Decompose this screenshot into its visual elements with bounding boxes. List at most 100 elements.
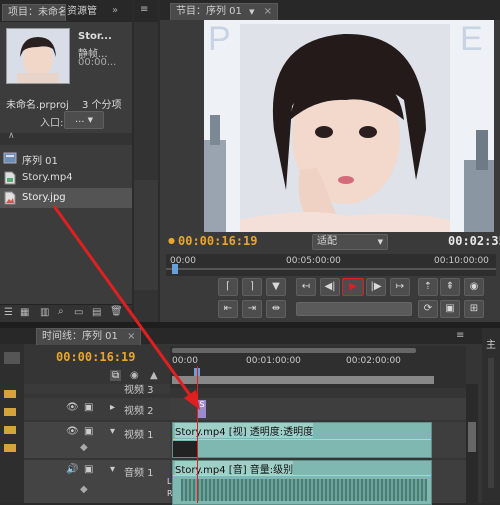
tab-program[interactable]: 节目：序列 01 ▼ × bbox=[170, 3, 279, 20]
clip-marker[interactable]: S bbox=[198, 400, 206, 418]
ruler-label: 00:00 bbox=[172, 356, 198, 366]
tab-program-label: 节目：序列 01 bbox=[176, 6, 242, 17]
tab-resource[interactable]: 资源管 bbox=[62, 4, 110, 20]
add-marker-button[interactable]: ▼ bbox=[266, 278, 286, 296]
eye-icon[interactable]: 👁 bbox=[66, 426, 79, 437]
automate-icon[interactable]: ▥ bbox=[40, 307, 49, 318]
track-header-video1[interactable]: 👁 ▣ ▾ 视频 1 ◆ bbox=[24, 422, 170, 458]
video-clip[interactable]: Story.mp4 [视] 透明度:透明度 bbox=[172, 422, 432, 458]
tab-timeline[interactable]: 时间线：序列 01 × bbox=[36, 328, 142, 345]
sort-up-icon[interactable]: ∧ bbox=[8, 131, 15, 141]
track-header-video3[interactable]: 视频 3 bbox=[24, 384, 170, 396]
program-video-frame: P E bbox=[204, 20, 494, 232]
eye-icon[interactable]: 👁 bbox=[66, 402, 79, 413]
panel-label: 主 bbox=[486, 340, 496, 351]
track-name: 音频 1 bbox=[124, 468, 154, 479]
lift-button[interactable]: ⇡ bbox=[418, 278, 438, 296]
add-marker-icon[interactable]: ▲ bbox=[150, 370, 158, 381]
go-to-prev-edit-button[interactable]: ⇤ bbox=[218, 300, 238, 318]
loop-button[interactable]: ⟳ bbox=[418, 300, 438, 318]
expand-icon[interactable]: ▾ bbox=[110, 426, 115, 437]
lock-icon[interactable]: ▣ bbox=[84, 426, 93, 437]
panel-overflow-icon[interactable]: » bbox=[112, 5, 118, 16]
tab-project[interactable]: 项目：未命名 bbox=[2, 4, 66, 21]
lock-icon[interactable]: ▣ bbox=[84, 464, 93, 475]
mark-in-button[interactable]: ⌈ bbox=[218, 278, 238, 296]
go-to-next-edit-button[interactable]: ⇥ bbox=[242, 300, 262, 318]
list-item-selected[interactable]: Story.jpg bbox=[0, 188, 132, 208]
scrollbar-thumb[interactable] bbox=[468, 422, 476, 452]
program-current-time[interactable]: 00:00:16:19 bbox=[178, 234, 257, 248]
folder-icon[interactable] bbox=[4, 408, 16, 416]
fit-dropdown-value: 适配 bbox=[317, 236, 337, 247]
clip-label: Story.mp4 [视] 透明度:透明度 bbox=[175, 423, 314, 438]
new-item-icon[interactable]: ▤ bbox=[92, 307, 101, 318]
list-item[interactable]: 序列 01 bbox=[0, 148, 132, 168]
timeline-current-time[interactable]: 00:00:16:19 bbox=[56, 350, 135, 364]
audio-clip[interactable]: Story.mp4 [音] 音量:级别 L R bbox=[167, 460, 432, 505]
fit-dropdown[interactable]: 适配 ▼ bbox=[312, 234, 388, 250]
tool-selection[interactable] bbox=[4, 352, 20, 364]
safe-margins-button[interactable]: ▣ bbox=[440, 300, 460, 318]
expand-icon[interactable]: ▾ bbox=[110, 464, 115, 475]
step-back-button[interactable]: ◀| bbox=[320, 278, 340, 296]
track-video1[interactable]: Story.mp4 [视] 透明度:透明度 bbox=[170, 422, 466, 458]
watermark-letter-right: E bbox=[460, 20, 483, 58]
new-bin-icon[interactable]: ▭ bbox=[74, 307, 83, 318]
track-header-audio1[interactable]: 🔊 ▣ ▾ 音频 1 ◆ bbox=[24, 460, 170, 503]
folder-icon[interactable] bbox=[4, 390, 16, 398]
delete-icon[interactable]: 🗑 bbox=[110, 306, 123, 317]
work-area-bar[interactable] bbox=[172, 376, 434, 384]
panel-menu-icon[interactable]: ≡ bbox=[456, 330, 464, 341]
jog-shuttle[interactable] bbox=[296, 302, 412, 316]
step-forward-button[interactable]: |▶ bbox=[366, 278, 386, 296]
channel-left-label: L bbox=[167, 477, 172, 486]
opacity-line[interactable] bbox=[173, 439, 431, 440]
chevron-down-icon: ▼ bbox=[249, 8, 255, 16]
volume-line[interactable] bbox=[173, 475, 431, 476]
go-to-out-button[interactable]: ↦ bbox=[390, 278, 410, 296]
close-icon[interactable]: × bbox=[264, 6, 272, 17]
timeline-scrollbar[interactable] bbox=[466, 384, 478, 503]
playhead-icon[interactable] bbox=[172, 264, 178, 274]
ruler-track bbox=[166, 268, 496, 270]
snap-icon[interactable]: ⧉ bbox=[110, 370, 122, 381]
speaker-icon[interactable]: 🔊 bbox=[66, 464, 78, 475]
chevron-down-icon: ▼ bbox=[377, 238, 383, 246]
timeline-panel: 时间线：序列 01 × ≡ 00:00:16:19 ⧉ ◉ ▲ 00:00 00… bbox=[0, 328, 482, 505]
output-button[interactable]: ⊞ bbox=[464, 300, 484, 318]
go-to-in-button[interactable]: ↤ bbox=[296, 278, 316, 296]
track-audio1[interactable]: Story.mp4 [音] 音量:级别 L R bbox=[167, 460, 466, 505]
extract-button[interactable]: ⇞ bbox=[440, 278, 460, 296]
icon-view-icon[interactable]: ▦ bbox=[20, 307, 29, 318]
keyframe-icon[interactable]: ◆ bbox=[80, 484, 88, 495]
ruler-label: 00:05:00:00 bbox=[286, 256, 341, 266]
clip-thumbnail bbox=[6, 28, 70, 84]
zoom-bar[interactable] bbox=[172, 348, 416, 353]
close-icon[interactable]: × bbox=[127, 331, 135, 342]
lock-icon[interactable]: ▣ bbox=[84, 402, 93, 413]
list-item[interactable]: Story.mp4 bbox=[0, 168, 132, 188]
export-frame-button[interactable]: ◉ bbox=[464, 278, 484, 296]
program-time-ruler[interactable]: 00:00 00:05:00:00 00:10:00:00 bbox=[166, 254, 496, 276]
expand-icon[interactable]: ▸ bbox=[110, 402, 115, 413]
list-item-label: 序列 01 bbox=[22, 156, 58, 167]
keyframe-icon[interactable]: ◆ bbox=[80, 442, 88, 453]
tools-panel bbox=[0, 344, 24, 503]
play-button[interactable]: ▶ bbox=[342, 278, 364, 296]
mark-out-button[interactable]: ⌉ bbox=[242, 278, 262, 296]
track-header-video2[interactable]: 👁 ▣ ▸ 视频 2 bbox=[24, 398, 170, 420]
track-video2[interactable]: S bbox=[170, 398, 466, 420]
ruler-label: 00:10:00:00 bbox=[434, 256, 489, 266]
search-icon[interactable]: ⌕ bbox=[58, 306, 64, 317]
folder-icon[interactable] bbox=[4, 426, 16, 434]
play-in-to-out-button[interactable]: ⇹ bbox=[266, 300, 286, 318]
folder-icon[interactable] bbox=[4, 444, 16, 452]
list-view-icon[interactable]: ☰ bbox=[4, 307, 13, 318]
panel-menu-icon[interactable]: ≡ bbox=[140, 4, 148, 15]
timeline-playhead-line[interactable] bbox=[197, 366, 198, 503]
marker-icon[interactable]: ◉ bbox=[130, 370, 139, 381]
in-dropdown[interactable]: ... ▼ bbox=[64, 111, 104, 129]
timeline-ruler[interactable]: 00:00 00:01:00:00 00:02:00:00 bbox=[170, 346, 466, 388]
item-count: 3 个分项 bbox=[82, 100, 122, 111]
